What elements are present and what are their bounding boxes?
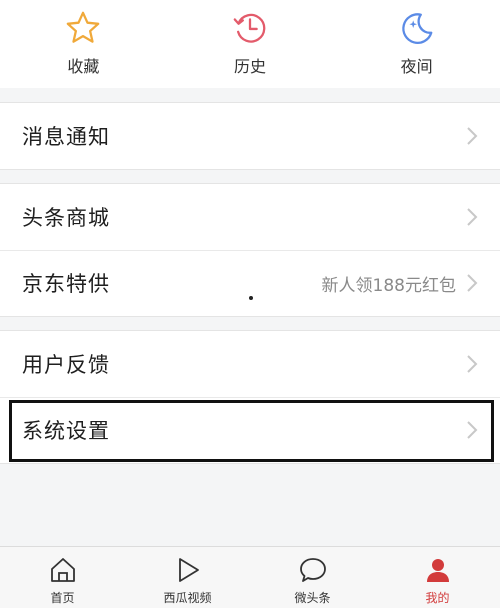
- jd-promo-text: 新人领188元红包: [321, 275, 456, 296]
- history-label: 历史: [234, 57, 267, 76]
- jd-special-label: 京东特供: [22, 272, 110, 296]
- cursor-dot: [249, 296, 253, 300]
- chevron-right-icon: [467, 127, 478, 145]
- notification-group: 消息通知: [0, 102, 500, 170]
- night-mode-label: 夜间: [400, 57, 433, 76]
- message-notification-item[interactable]: 消息通知: [0, 103, 500, 169]
- profile-icon: [426, 559, 449, 582]
- chevron-right-icon: [467, 355, 478, 373]
- message-notification-label: 消息通知: [22, 125, 110, 149]
- toutiao-mall-item[interactable]: 头条商城: [0, 184, 500, 250]
- tab-xigua-video[interactable]: 西瓜视频: [125, 547, 250, 608]
- tab-home-label: 首页: [50, 591, 75, 605]
- tab-home[interactable]: 首页: [0, 547, 125, 608]
- play-icon: [178, 558, 199, 582]
- jd-special-item[interactable]: 京东特供 新人领188元红包: [0, 250, 500, 316]
- tab-weitoutiao[interactable]: 微头条: [250, 547, 375, 608]
- tab-mine-label: 我的: [425, 591, 450, 605]
- chevron-right-icon: [467, 208, 478, 226]
- night-mode-button[interactable]: 夜间: [333, 0, 500, 88]
- home-icon: [50, 558, 75, 582]
- tab-mine[interactable]: 我的: [375, 547, 500, 608]
- highlight-annotation-box: [9, 400, 494, 462]
- user-feedback-item[interactable]: 用户反馈: [0, 331, 500, 397]
- favorites-label: 收藏: [67, 57, 100, 76]
- star-icon: [66, 11, 100, 43]
- history-button[interactable]: 历史: [167, 0, 334, 88]
- tab-xigua-video-label: 西瓜视频: [163, 591, 212, 605]
- tab-weitoutiao-label: 微头条: [294, 591, 331, 605]
- chevron-right-icon: [467, 274, 478, 292]
- moon-icon: [401, 13, 433, 44]
- bottom-tab-bar: 首页 西瓜视频 微头条 我的: [0, 546, 500, 608]
- toutiao-mall-label: 头条商城: [22, 206, 110, 230]
- user-feedback-label: 用户反馈: [22, 353, 110, 377]
- favorites-button[interactable]: 收藏: [0, 0, 167, 88]
- clock-icon: [233, 13, 266, 43]
- top-actions-bar: 收藏 历史 夜间: [0, 0, 500, 88]
- chat-bubble-icon: [299, 558, 326, 582]
